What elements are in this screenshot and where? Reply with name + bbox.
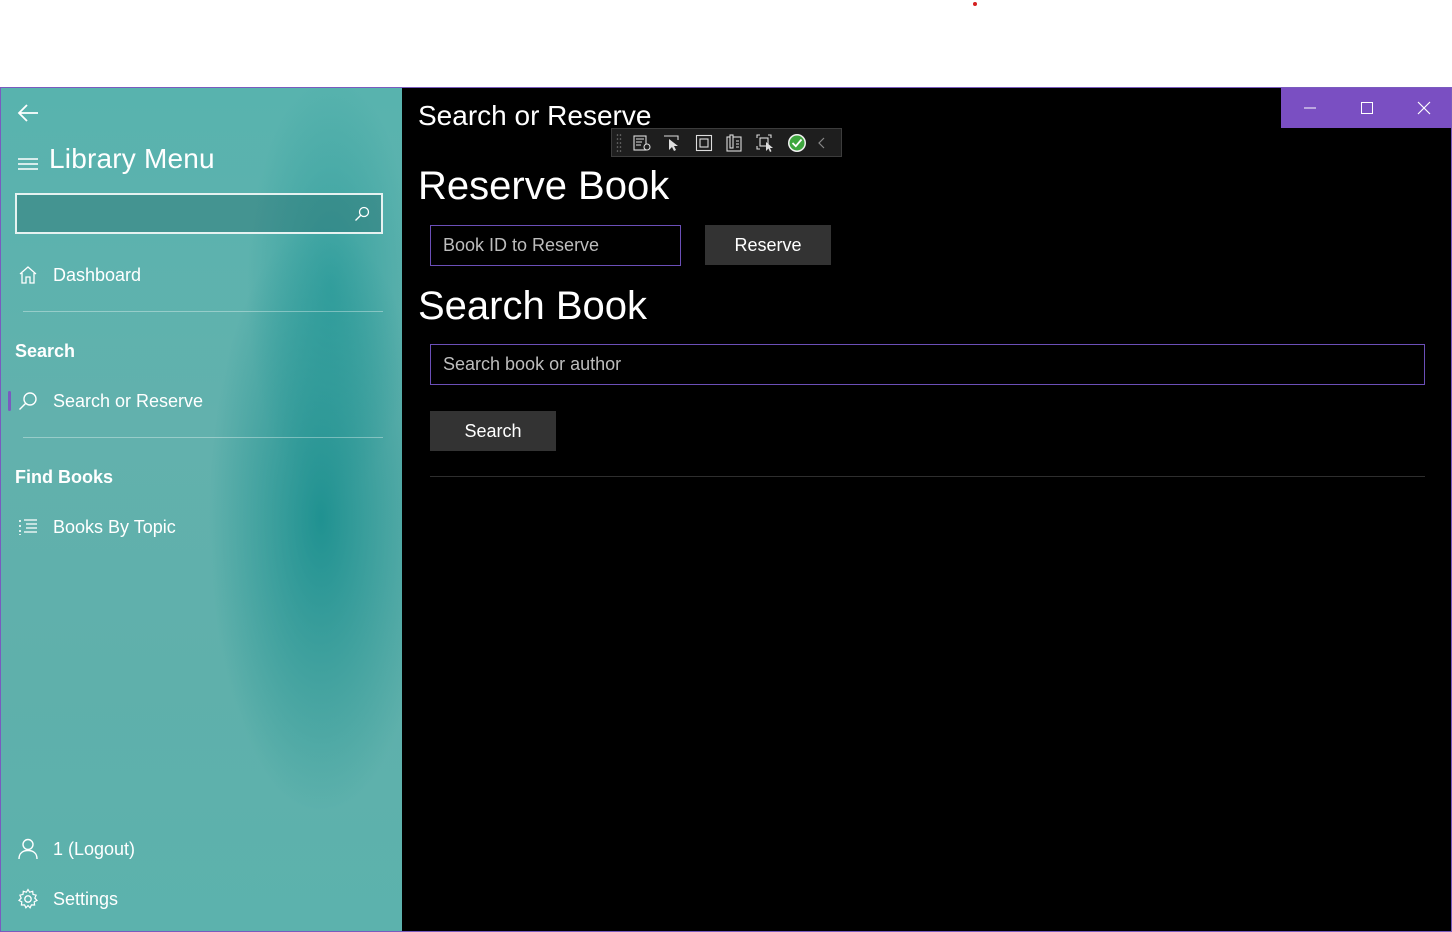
collapse-toolbar-button[interactable] xyxy=(812,129,832,156)
nav-item-label: Dashboard xyxy=(53,264,142,285)
nav-search-button[interactable] xyxy=(343,195,381,232)
settings-label: Settings xyxy=(53,888,119,909)
book-id-input[interactable] xyxy=(430,225,681,266)
display-layout-adorners-button[interactable] xyxy=(688,129,719,156)
search-button[interactable]: Search xyxy=(430,411,556,451)
back-button[interactable] xyxy=(13,100,43,126)
checkmark-circle-icon xyxy=(787,133,806,152)
visual-tree-icon xyxy=(632,134,651,151)
close-icon xyxy=(1417,101,1430,115)
select-element-button[interactable] xyxy=(657,129,688,156)
preview-selection-button[interactable] xyxy=(750,129,781,156)
results-divider xyxy=(430,476,1425,477)
hot-reload-status-button[interactable] xyxy=(781,129,812,156)
person-icon xyxy=(18,838,38,860)
reserve-book-heading: Reserve Book xyxy=(418,164,670,208)
nav-title: Library Menu xyxy=(49,143,215,174)
back-arrow-icon xyxy=(17,104,38,122)
maximize-icon xyxy=(1360,102,1373,114)
nav-item-label: Books By Topic xyxy=(53,516,176,537)
layout-adorner-icon xyxy=(695,134,712,151)
xaml-debug-toolbar xyxy=(611,128,842,157)
nav-item-account-logout[interactable]: 1 (Logout) xyxy=(1,829,402,869)
minimize-button[interactable] xyxy=(1281,88,1338,128)
window-caption-buttons xyxy=(1281,88,1451,128)
select-cursor-icon xyxy=(663,134,679,151)
search-book-input[interactable] xyxy=(430,344,1425,385)
hamburger-icon xyxy=(18,158,38,170)
maximize-button[interactable] xyxy=(1338,88,1395,128)
nav-item-settings[interactable]: Settings xyxy=(1,879,402,919)
track-focus-icon xyxy=(725,133,742,152)
gear-icon xyxy=(18,888,38,909)
nav-item-search-or-reserve[interactable]: Search or Reserve xyxy=(1,381,402,421)
minimize-icon xyxy=(1303,107,1316,109)
search-icon xyxy=(355,206,370,221)
live-visual-tree-button[interactable] xyxy=(626,129,657,156)
desktop-background xyxy=(0,0,1452,88)
track-focus-button[interactable] xyxy=(719,129,750,156)
home-icon xyxy=(19,266,37,284)
nav-header-find-books: Find Books xyxy=(15,467,113,487)
preview-selection-icon xyxy=(755,133,773,152)
nav-item-dashboard[interactable]: Dashboard xyxy=(1,255,402,295)
nav-item-books-by-topic[interactable]: Books By Topic xyxy=(1,507,402,547)
content-area: Search or Reserve Reserve Book Book ID t… xyxy=(402,88,1451,931)
hamburger-button[interactable] xyxy=(15,152,41,176)
grip-icon[interactable] xyxy=(612,129,626,156)
nav-item-label: Search or Reserve xyxy=(53,390,204,411)
reserve-button[interactable]: Reserve xyxy=(705,225,831,265)
nav-header-search: Search xyxy=(15,341,76,361)
nav-divider xyxy=(23,311,383,312)
search-icon xyxy=(19,392,37,410)
nav-search-box xyxy=(15,193,383,234)
list-icon xyxy=(19,519,37,535)
close-button[interactable] xyxy=(1395,88,1451,128)
nav-divider xyxy=(23,437,383,438)
navigation-pane: Library Menu Dashboard Search Search or … xyxy=(1,88,402,931)
cursor-dot xyxy=(973,2,977,6)
nav-search-input[interactable] xyxy=(17,195,343,232)
app-window: Library Menu Dashboard Search Search or … xyxy=(0,87,1452,932)
search-book-heading: Search Book xyxy=(418,284,648,328)
chevron-left-icon xyxy=(818,137,825,148)
account-label: 1 (Logout) xyxy=(53,838,136,859)
